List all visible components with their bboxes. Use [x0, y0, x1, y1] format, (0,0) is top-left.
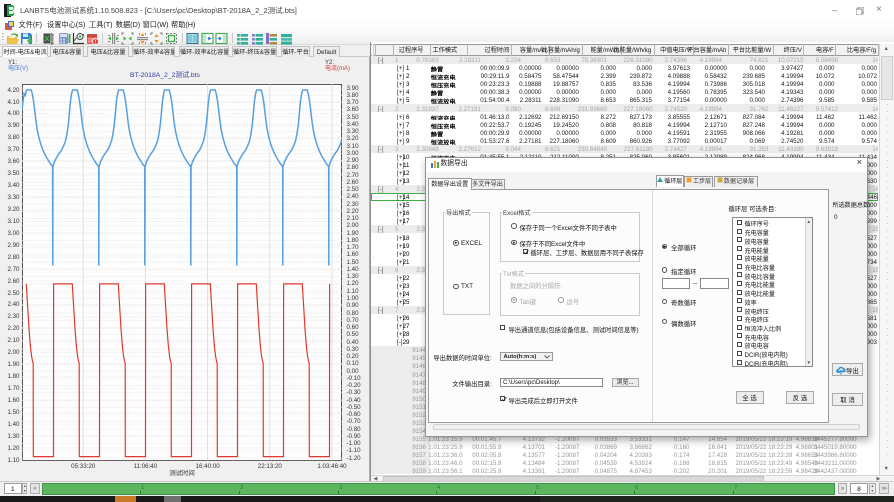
- svg-text:!: !: [94, 39, 96, 45]
